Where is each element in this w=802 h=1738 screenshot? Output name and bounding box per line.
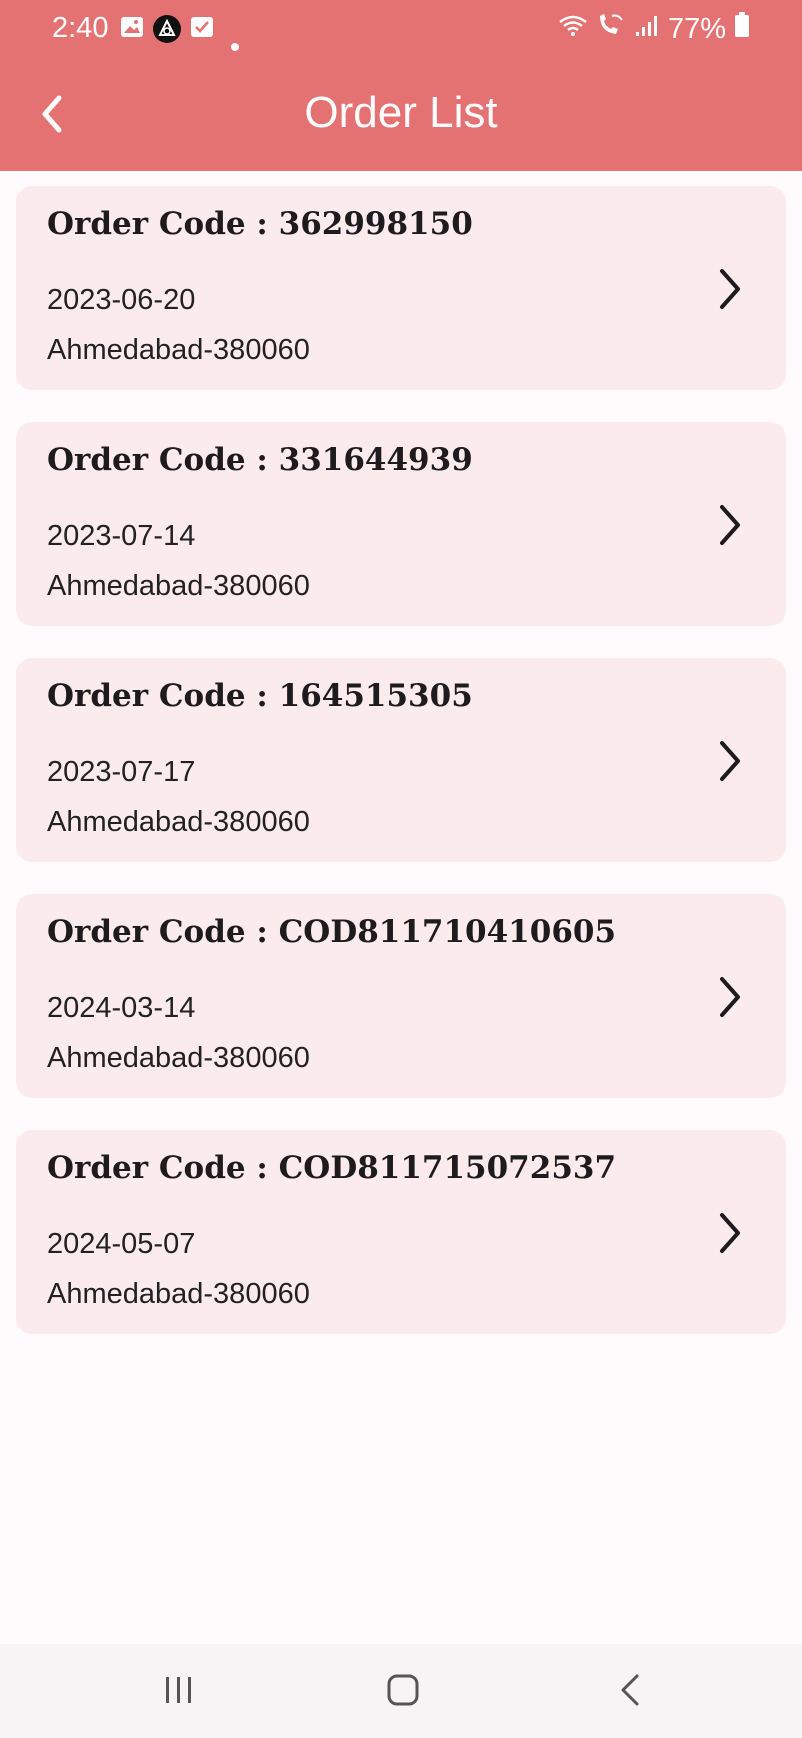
recent-apps-button[interactable]	[149, 1672, 209, 1712]
order-date: 2023-06-20	[47, 284, 196, 316]
order-date: 2023-07-17	[47, 756, 196, 788]
order-card[interactable]: Order Code : 331644939 2023-07-14 Ahmeda…	[16, 422, 786, 626]
order-card[interactable]: Order Code : 164515305 2023-07-17 Ahmeda…	[16, 658, 786, 862]
chevron-right-icon	[710, 266, 750, 312]
home-icon	[386, 1673, 420, 1712]
wifi-icon	[558, 13, 588, 46]
status-bar: 2:40 77%	[0, 0, 802, 60]
system-back-button[interactable]	[600, 1672, 660, 1712]
battery-icon	[734, 12, 750, 46]
status-time: 2:40	[52, 12, 109, 44]
order-code: Order Code : 331644939	[47, 442, 473, 478]
chevron-right-icon	[710, 502, 750, 548]
checkbox-icon	[190, 14, 214, 46]
order-code: Order Code : 164515305	[47, 678, 473, 714]
back-icon	[617, 1673, 643, 1712]
order-address: Ahmedabad-380060	[47, 1278, 310, 1310]
signal-icon	[634, 13, 660, 46]
order-code: Order Code : 362998150	[47, 206, 473, 242]
app-bar: 2:40 77% Order List	[0, 0, 802, 171]
order-list: Order Code : 362998150 2023-06-20 Ahmeda…	[16, 186, 786, 1366]
chevron-right-icon	[710, 1210, 750, 1256]
order-date: 2024-05-07	[47, 1228, 196, 1260]
battery-percent: 77%	[667, 12, 726, 45]
order-code: Order Code : COD811715072537	[47, 1150, 617, 1186]
wifi-calling-icon	[596, 12, 626, 46]
chevron-right-icon	[710, 738, 750, 784]
order-code: Order Code : COD811710410605	[47, 914, 617, 950]
order-date: 2023-07-14	[47, 520, 196, 552]
status-right: 77%	[558, 12, 750, 46]
order-address: Ahmedabad-380060	[47, 806, 310, 838]
chevron-right-icon	[710, 974, 750, 1020]
order-date: 2024-03-14	[47, 992, 196, 1024]
order-card[interactable]: Order Code : 362998150 2023-06-20 Ahmeda…	[16, 186, 786, 390]
order-address: Ahmedabad-380060	[47, 1042, 310, 1074]
recent-apps-icon	[162, 1675, 196, 1710]
order-address: Ahmedabad-380060	[47, 570, 310, 602]
order-card[interactable]: Order Code : COD811715072537 2024-05-07 …	[16, 1130, 786, 1334]
system-navigation-bar	[0, 1644, 802, 1738]
home-button[interactable]	[373, 1672, 433, 1712]
order-card[interactable]: Order Code : COD811710410605 2024-03-14 …	[16, 894, 786, 1098]
page-title: Order List	[304, 88, 498, 137]
app-icon	[152, 14, 182, 51]
dot-icon	[231, 26, 239, 58]
gallery-icon	[120, 14, 144, 46]
order-address: Ahmedabad-380060	[47, 334, 310, 366]
